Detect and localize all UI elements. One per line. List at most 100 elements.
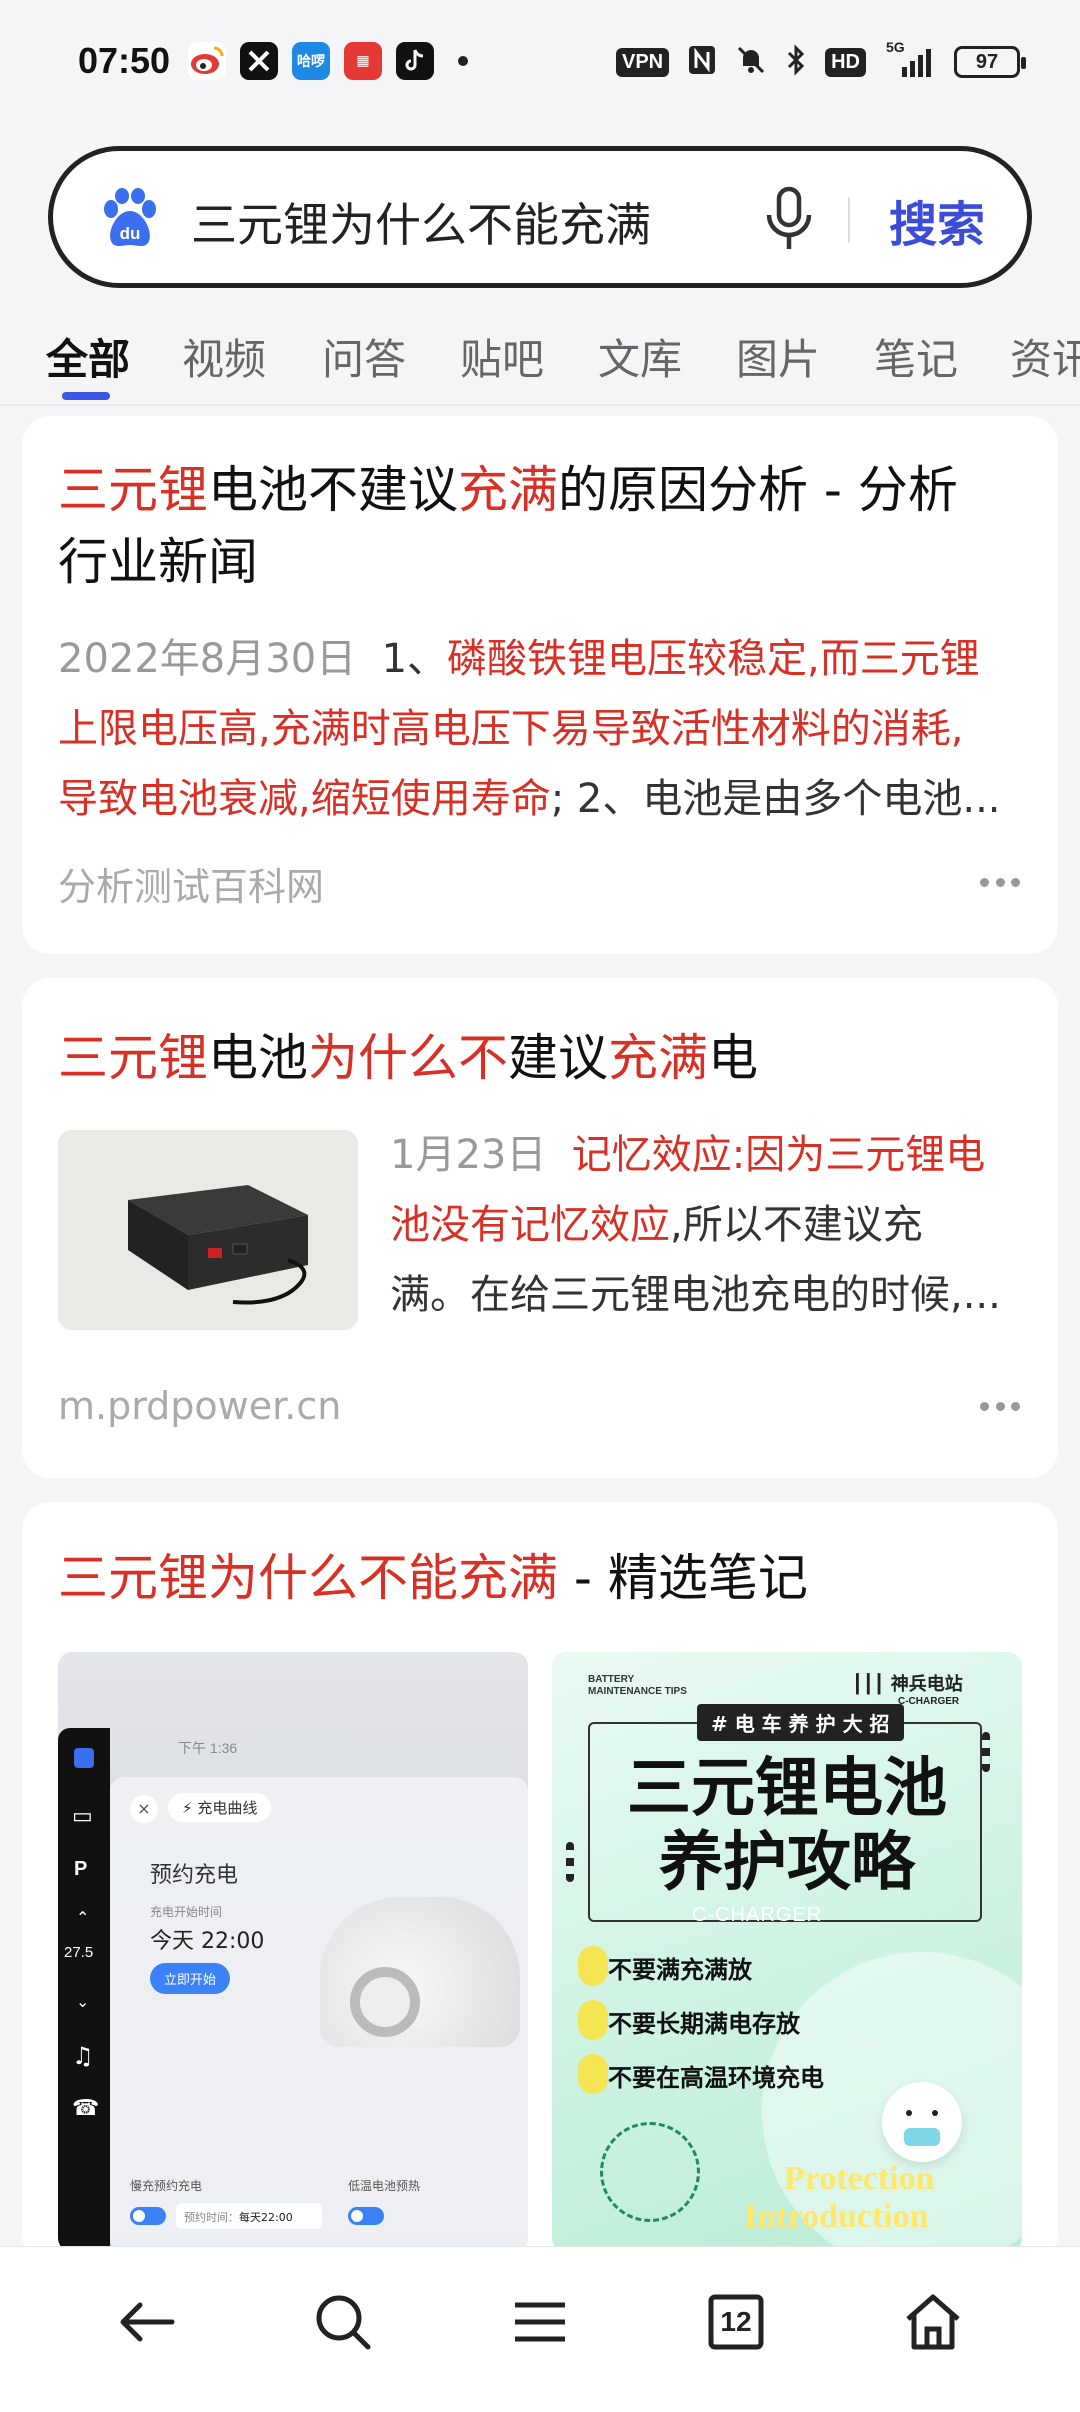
result-snippet: 2022年8月30日 1、磷酸铁锂电压较稳定,而三元锂 上限电压高,充满时高电压…: [58, 624, 1038, 834]
tab-images[interactable]: 图片: [736, 326, 820, 387]
start-now-button: 立即开始: [150, 1963, 231, 1994]
home-icon[interactable]: [898, 2287, 968, 2357]
result-card[interactable]: 三元锂电池不建议充满的原因分析 - 分析 行业新闻 2022年8月30日 1、磷…: [22, 416, 1058, 954]
car-status-time: 下午 1:36: [178, 1740, 238, 1756]
result-title[interactable]: 三元锂电池不建议充满的原因分析 - 分析 行业新闻: [58, 454, 1048, 598]
snippet-highlight: 导致电池衰减,缩短使用寿命: [58, 776, 551, 822]
search-tabs: 全部 视频 问答 贴吧 文库 图片 笔记 资讯: [0, 318, 1080, 404]
snippet-text: ,所以不建议充: [670, 1202, 923, 1248]
x-app-icon: [240, 42, 278, 80]
title-text: 建议: [508, 1029, 608, 1087]
tab-wenku[interactable]: 文库: [598, 326, 682, 387]
poster-title: 三元锂电池 养护攻略: [552, 1752, 1022, 1900]
title-text: 电: [708, 1029, 758, 1087]
chevron-up-icon: ⌃: [76, 1908, 90, 1927]
poster-title-line2: 养护攻略: [659, 1826, 915, 1900]
more-options-icon[interactable]: [980, 878, 1020, 888]
hahaha-app-icon: 哈啰: [292, 42, 330, 80]
car-illustration: [320, 1897, 520, 2047]
svg-text:du: du: [120, 224, 141, 243]
slow-charge-label: 慢充预约充电: [130, 2179, 203, 2193]
note-image-car-screen[interactable]: ▭ P ⌃ 27.5 ⌄ ♫ ☎ 下午 1:36 × ⚡ 充电曲线 预约充电 充…: [58, 1652, 528, 2252]
brand-right-name: 神兵电站: [890, 1674, 963, 1695]
schedule-sub: 充电开始时间: [150, 1905, 223, 1919]
title-text: 电池: [208, 1029, 308, 1087]
snippet-highlight: 上限电压高,充满时高电压下易导致活性材料的消耗,: [58, 706, 964, 752]
charge-curve-label: 充电曲线: [197, 1799, 258, 1817]
notification-icons: 哈啰 ▦: [188, 42, 468, 80]
tab-tieba[interactable]: 贴吧: [460, 326, 544, 387]
tab-video[interactable]: 视频: [182, 326, 266, 387]
status-bar: 07:50 哈啰 ▦ VPN HD 5G 97: [0, 0, 1080, 126]
close-icon: ×: [130, 1795, 158, 1823]
search-input[interactable]: 三元锂为什么不能充满: [191, 189, 651, 255]
more-notifications-dot: [458, 56, 468, 66]
result-card[interactable]: 三元锂电池为什么不建议充满电 1月23日 记忆效应:因为三元锂电 池没有记忆效应…: [22, 978, 1058, 1478]
result-title[interactable]: 三元锂电池为什么不建议充满电: [58, 1022, 758, 1094]
result-snippet: 1月23日 记忆效应:因为三元锂电 池没有记忆效应,所以不建议充 满。在给三元锂…: [390, 1120, 1030, 1330]
poster-footer-line2: Introduction: [744, 2198, 929, 2235]
brand-left-line2: MAINTENANCE TIPS: [588, 1686, 687, 1697]
search-box[interactable]: du 三元锂为什么不能充满 搜索: [48, 146, 1032, 288]
title-text: 电池不建议: [208, 461, 458, 519]
parking-icon: P: [74, 1858, 88, 1880]
tab-qa[interactable]: 问答: [322, 326, 406, 387]
charge-curve-tab: ⚡ 充电曲线: [168, 1793, 272, 1822]
tip-text: 不要在高温环境充电: [608, 2064, 824, 2092]
notes-title[interactable]: 三元锂为什么不能充满 - 精选笔记: [58, 1542, 808, 1614]
c-charger-badge: [600, 2122, 700, 2222]
search-icon[interactable]: [308, 2287, 378, 2357]
poster-brand-left: BATTERY MAINTENANCE TIPS: [588, 1674, 687, 1698]
hd-badge: HD: [825, 47, 866, 77]
schedule-time: 今天 22:00: [150, 1929, 265, 1954]
app-grid-icon: [74, 1748, 94, 1768]
poster-watermark: C-CHARGER: [692, 1904, 823, 1926]
tabs-count: 12: [720, 2306, 752, 2337]
vpn-badge: VPN: [615, 47, 670, 77]
notes-card[interactable]: 三元锂为什么不能充满 - 精选笔记 ▭ P ⌃ 27.5 ⌄ ♫ ☎ 下午 1:…: [22, 1502, 1058, 2262]
result-date: 1月23日: [390, 1132, 547, 1178]
tab-news[interactable]: 资讯: [1010, 326, 1080, 387]
search-button[interactable]: 搜索: [889, 185, 985, 255]
more-options-icon[interactable]: [980, 1402, 1020, 1412]
title-highlight: 充满: [608, 1029, 708, 1087]
microphone-icon[interactable]: [761, 183, 817, 255]
tabs-divider: [0, 404, 1080, 406]
note-image-battery-tips[interactable]: BATTERY MAINTENANCE TIPS ┃┃┃ 神兵电站 C-CHAR…: [552, 1652, 1022, 2252]
snippet-highlight: 记忆效应:因为三元锂电: [571, 1132, 986, 1178]
baidu-paw-icon[interactable]: du: [101, 187, 159, 249]
tab-notes[interactable]: 笔记: [874, 326, 958, 387]
title-text: 的原因分析 - 分析: [558, 461, 958, 519]
snippet-highlight: 池没有记忆效应: [390, 1202, 670, 1248]
tabs-count-icon[interactable]: 12: [701, 2287, 771, 2357]
charge-panel: × ⚡ 充电曲线 预约充电 充电开始时间 今天 22:00 立即开始 慢充预约充…: [110, 1777, 528, 2252]
tip-text: 不要满充满放: [608, 1956, 752, 1984]
result-source[interactable]: m.prdpower.cn: [58, 1384, 341, 1428]
tab-all[interactable]: 全部: [46, 326, 130, 387]
chevron-down-icon: ⌄: [76, 1992, 90, 2011]
result-source[interactable]: 分析测试百科网: [58, 856, 324, 911]
menu-icon[interactable]: [505, 2287, 575, 2357]
preheat-label: 低温电池预热: [348, 2179, 421, 2193]
result-thumbnail[interactable]: [58, 1130, 358, 1330]
music-icon: ♫: [72, 2042, 94, 2070]
schedule-field: 预约时间：每天22:00: [176, 2203, 322, 2229]
battery-indicator: 97: [954, 46, 1026, 78]
search-divider: [848, 197, 850, 243]
poster-footer-line1: Protection: [784, 2160, 935, 2197]
tiktok-icon: [396, 42, 434, 80]
title-highlight: 三元锂为什么不能充满: [58, 1549, 558, 1607]
preheat-toggle: [348, 2207, 384, 2225]
system-icons: VPN HD 5G 97: [615, 39, 1026, 80]
snippet-text: 1、: [381, 636, 448, 682]
brand-right-sub: C-CHARGER: [898, 1696, 960, 1707]
bluetooth-icon: [785, 44, 807, 80]
temperature-readout: 27.5: [64, 1944, 94, 1961]
schedule-heading: 预约充电: [150, 1863, 239, 1888]
nfc-icon: [687, 44, 717, 80]
back-arrow-icon[interactable]: [112, 2287, 182, 2357]
snippet-text: ; 2、电池是由多个电池...: [550, 776, 1001, 822]
mute-icon: [735, 44, 767, 80]
tip-text: 不要长期满电存放: [608, 2010, 800, 2038]
red-app-icon: ▦: [344, 42, 382, 80]
